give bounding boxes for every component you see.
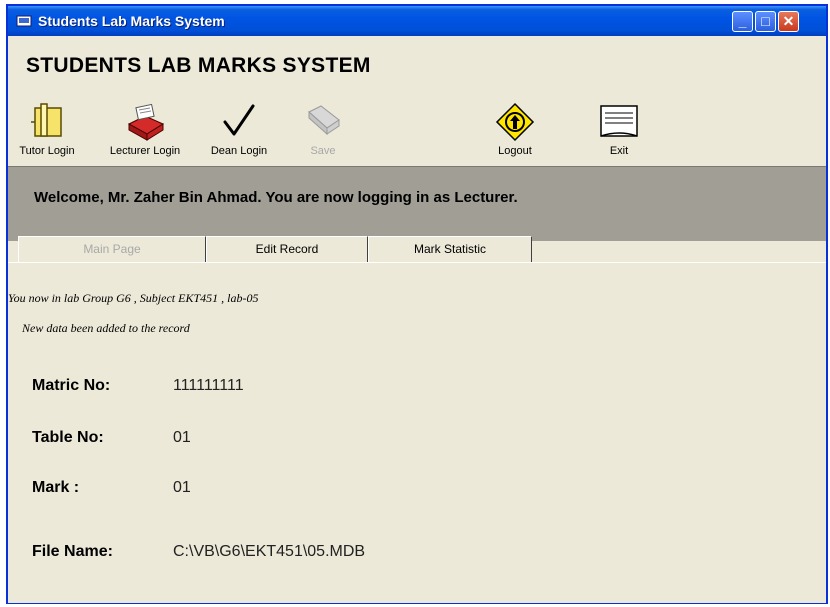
exit-label: Exit xyxy=(609,145,629,157)
minimize-button[interactable]: _ xyxy=(732,11,753,32)
document-icon xyxy=(600,105,638,137)
main-page-content: You now in lab Group G6 , Subject EKT451… xyxy=(8,262,826,603)
tutor-login-button[interactable]: Tutor Login xyxy=(4,102,90,162)
dean-login-label: Dean Login xyxy=(210,145,268,157)
save-button[interactable]: Save xyxy=(280,102,366,162)
up-arrow-sign-icon xyxy=(495,102,535,142)
save-icon xyxy=(308,105,340,136)
close-button[interactable]: ✕ xyxy=(778,11,799,32)
welcome-message: Welcome, Mr. Zaher Bin Ahmad. You are no… xyxy=(34,189,518,206)
record-status-text: New data been added to the record xyxy=(22,321,190,335)
tab-mark-statistic[interactable]: Mark Statistic xyxy=(368,236,532,262)
table-no-label: Table No: xyxy=(32,429,104,446)
matric-no-value: 111111111 xyxy=(173,377,244,394)
card-box-icon xyxy=(127,103,165,141)
welcome-banner: Welcome, Mr. Zaher Bin Ahmad. You are no… xyxy=(8,166,826,241)
main-window: Students Lab Marks System _ □ ✕ STUDENTS… xyxy=(6,4,828,604)
app-icon xyxy=(16,15,32,27)
file-name-value: C:\VB\G6\EKT451\05.MDB xyxy=(173,543,366,560)
notebook-icon xyxy=(31,103,62,137)
tutor-login-label: Tutor Login xyxy=(19,145,75,157)
dean-login-button[interactable]: Dean Login xyxy=(196,102,282,162)
save-label: Save xyxy=(310,145,336,157)
tab-edit-record[interactable]: Edit Record xyxy=(206,236,368,262)
tab-main-page[interactable]: Main Page xyxy=(18,236,206,262)
checkmark-icon xyxy=(223,104,255,136)
maximize-button[interactable]: □ xyxy=(755,11,776,32)
lecturer-login-label: Lecturer Login xyxy=(109,145,181,157)
title-bar[interactable]: Students Lab Marks System _ □ ✕ xyxy=(8,6,826,36)
table-no-value: 01 xyxy=(173,429,191,446)
exit-button[interactable]: Exit xyxy=(576,102,662,162)
app-heading: STUDENTS LAB MARKS SYSTEM xyxy=(26,54,371,77)
logout-label: Logout xyxy=(498,145,532,157)
mark-label: Mark : xyxy=(32,479,80,496)
matric-no-label: Matric No: xyxy=(32,377,111,394)
logout-button[interactable]: Logout xyxy=(472,102,558,162)
lecturer-login-button[interactable]: Lecturer Login xyxy=(102,102,188,162)
lab-info-text: You now in lab Group G6 , Subject EKT451… xyxy=(8,291,259,305)
file-name-label: File Name: xyxy=(32,543,113,560)
window-title: Students Lab Marks System xyxy=(38,13,225,29)
mark-value: 01 xyxy=(173,479,191,496)
